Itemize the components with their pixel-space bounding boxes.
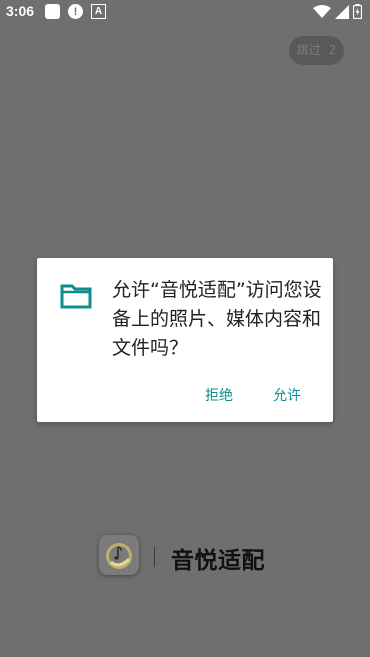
music-note-logo-icon	[106, 543, 132, 569]
brand-name: 音悦适配	[171, 548, 265, 574]
alert-icon: !	[68, 4, 83, 19]
skip-label: 跳过	[296, 43, 321, 57]
wifi-icon	[313, 4, 331, 18]
deny-button[interactable]: 拒绝	[197, 381, 241, 409]
notification-icon	[45, 4, 60, 19]
brand-footer: 音悦适配	[99, 535, 299, 579]
battery-icon	[353, 4, 362, 19]
folder-icon	[60, 284, 92, 309]
app-logo	[99, 535, 139, 575]
allow-button[interactable]: 允许	[265, 381, 309, 409]
a-icon: A	[91, 4, 106, 19]
status-time: 3:06	[6, 3, 35, 19]
status-left-icons: ! A	[45, 4, 106, 19]
skip-button[interactable]: 跳过 2	[289, 36, 344, 65]
dialog-actions: 拒绝 允许	[197, 381, 333, 409]
skip-countdown: 2	[328, 43, 337, 57]
signal-icon	[335, 4, 349, 19]
status-bar: 3:06 ! A	[0, 0, 370, 24]
status-right-icons	[313, 4, 362, 19]
permission-message: 允许“音悦适配”访问您设备上的照片、媒体内容和文件吗？	[112, 279, 322, 359]
brand-divider	[154, 547, 155, 567]
permission-dialog: 允许“音悦适配”访问您设备上的照片、媒体内容和文件吗？ 拒绝 允许	[37, 258, 333, 422]
